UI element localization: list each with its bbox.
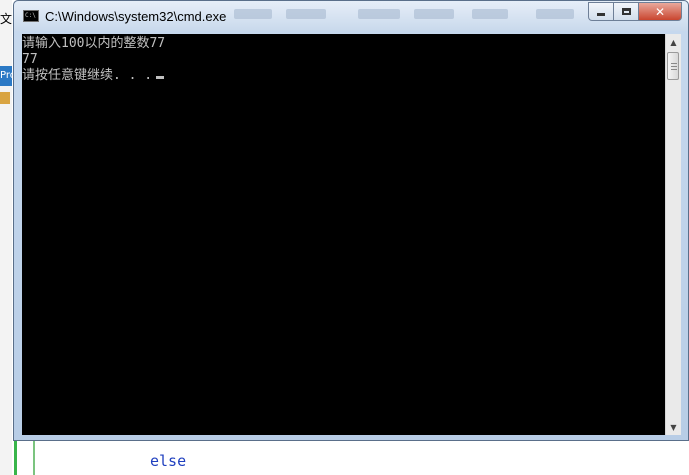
background-title-blur (286, 9, 326, 19)
minimize-icon (597, 13, 605, 16)
grip-line (671, 69, 677, 70)
text-cursor (156, 76, 165, 79)
ide-menu-letter[interactable]: 文 (0, 10, 12, 27)
vertical-scrollbar[interactable]: ▲ ▼ (665, 34, 681, 435)
ide-editor-area[interactable] (14, 440, 689, 475)
background-title-blur (472, 9, 508, 19)
window-title: C:\Windows\system32\cmd.exe (45, 9, 227, 24)
ide-code-line[interactable]: else (150, 452, 186, 470)
minimize-button[interactable] (588, 2, 614, 21)
background-title-blur (234, 9, 272, 19)
console-output[interactable]: 请输入100以内的整数77 77 请按任意键继续. . . (22, 34, 665, 435)
background-title-blur (414, 9, 454, 19)
maximize-button[interactable] (613, 2, 639, 21)
console-text: 请输入100以内的整数77 77 请按任意键继续. . . (22, 36, 165, 84)
scroll-up-button[interactable]: ▲ (666, 34, 681, 50)
close-button[interactable]: ✕ (638, 2, 682, 21)
ide-gutter-line (33, 440, 35, 475)
scroll-thumb[interactable] (667, 52, 679, 80)
ide-change-marker (14, 440, 17, 475)
scroll-down-arrow-icon: ▼ (670, 422, 677, 432)
grip-line (671, 63, 677, 64)
console-line: 请输入100以内的整数77 (22, 36, 166, 51)
background-title-blur (536, 9, 574, 19)
grip-line (671, 66, 677, 67)
cmd-icon[interactable]: C:\ (23, 10, 39, 22)
ide-folder-icon[interactable] (0, 92, 10, 104)
maximize-icon (621, 8, 631, 15)
cmd-window[interactable]: C:\ C:\Windows\system32\cmd.exe ✕ 请输入100… (13, 0, 689, 441)
title-bar[interactable]: C:\ C:\Windows\system32\cmd.exe ✕ (14, 1, 688, 31)
console-line: 请按任意键继续. . . (22, 68, 153, 83)
background-title-blur (358, 9, 400, 19)
scroll-up-arrow-icon: ▲ (670, 37, 677, 47)
close-icon: ✕ (654, 4, 666, 19)
console-line: 77 (22, 52, 38, 67)
scroll-down-button[interactable]: ▼ (666, 419, 681, 435)
ide-project-tab[interactable]: Pro (0, 66, 12, 86)
